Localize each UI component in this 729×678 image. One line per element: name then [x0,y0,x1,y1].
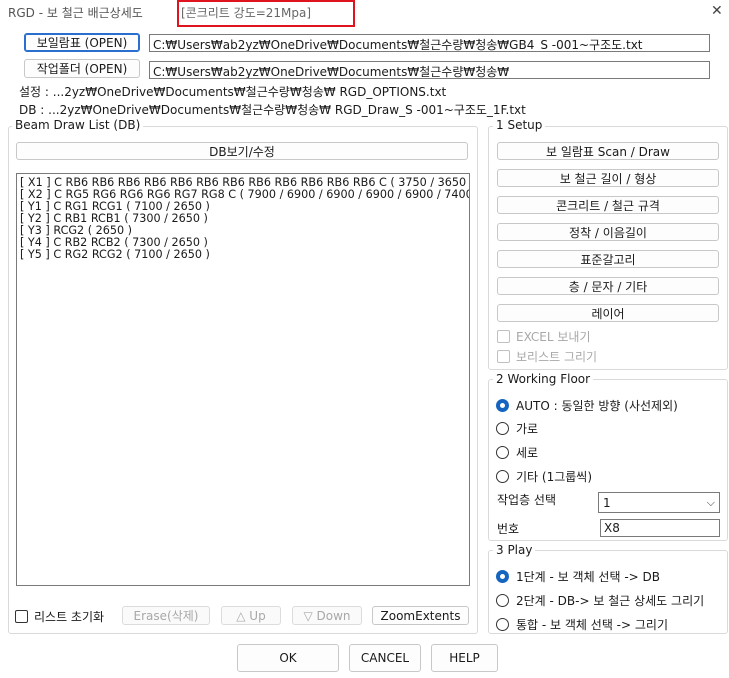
floor-option-vertical[interactable]: 세로 [496,444,538,461]
floor-option-auto[interactable]: AUTO : 동일한 방향 (사선제외) [496,397,678,414]
beam-table-path-field[interactable]: C:₩Users₩ab2yz₩OneDrive₩Documents₩철근수량₩청… [149,34,710,52]
floor-option-label: 기타 (1그룹씩) [516,470,593,484]
floor-text-etc-button[interactable]: 층 / 문자 / 기타 [497,277,719,295]
floor-select-label: 작업층 선택 [497,493,557,507]
window-title: RGD - 보 철근 배근상세도 [8,6,143,20]
beam-table-scan-draw-button[interactable]: 보 일람표 Scan / Draw [497,142,719,160]
floor-select-dropdown[interactable]: 1 ⌵ [598,492,720,513]
setup-label: 1 Setup [493,118,546,132]
work-folder-open-button[interactable]: 작업폴더 (OPEN) [24,59,140,78]
concrete-rebar-spec-button[interactable]: 콘크리트 / 철근 규격 [497,196,719,214]
beam-draw-list-label: Beam Draw List (DB) [12,118,144,132]
radio-circle[interactable] [496,446,509,459]
rebar-length-shape-button[interactable]: 보 철근 길이 / 형상 [497,169,719,187]
reset-list-label: 리스트 초기화 [34,610,105,624]
play-label: 3 Play [493,543,536,557]
concrete-strength-label: [콘크리트 강도=21Mpa] [181,6,312,20]
settings-file-info: 설정 : ...2yz₩OneDrive₩Documents₩철근수량₩청송₩ … [19,85,447,99]
checkbox-box[interactable] [497,330,510,343]
floor-option-label: 가로 [516,422,539,436]
reset-list-checkbox[interactable]: 리스트 초기화 [15,608,104,625]
floor-option-label: AUTO : 동일한 방향 (사선제외) [516,399,678,413]
radio-circle[interactable] [496,399,509,412]
floor-option-horizontal[interactable]: 가로 [496,420,538,437]
excel-export-checkbox[interactable]: EXCEL 보내기 [497,328,591,345]
help-button[interactable]: HELP [431,644,498,672]
play-option-integrated[interactable]: 통합 - 보 객체 선택 -> 그리기 [496,616,668,633]
play-option-label: 통합 - 보 객체 선택 -> 그리기 [516,618,669,632]
anchorage-lap-button[interactable]: 정착 / 이음길이 [497,223,719,241]
floor-select-value: 1 [603,495,611,510]
radio-circle[interactable] [496,594,509,607]
radio-circle[interactable] [496,570,509,583]
beam-list-draw-label: 보리스트 그리기 [516,350,598,364]
floor-option-other[interactable]: 기타 (1그룹씩) [496,468,592,485]
number-field[interactable]: X8 [600,519,720,537]
beam-list-draw-checkbox[interactable]: 보리스트 그리기 [497,348,597,365]
working-floor-label: 2 Working Floor [493,372,594,386]
list-item[interactable]: [ Y5 ] C RG2 RCG2 ( 7100 / 2650 ) [20,249,466,261]
cancel-button[interactable]: CANCEL [349,644,421,672]
erase-button[interactable]: Erase(삭제) [122,606,210,625]
radio-circle[interactable] [496,470,509,483]
work-folder-path-field[interactable]: C:₩Users₩ab2yz₩OneDrive₩Documents₩철근수량₩청… [149,61,710,79]
radio-circle[interactable] [496,422,509,435]
number-label: 번호 [497,522,520,536]
beam-list-box[interactable]: [ X1 ] C RB6 RB6 RB6 RB6 RB6 RB6 RB6 RB6… [16,173,470,586]
play-option-label: 1단계 - 보 객체 선택 -> DB [516,570,660,584]
checkbox-box[interactable] [15,610,28,623]
standard-hook-button[interactable]: 표준갈고리 [497,250,719,268]
radio-circle[interactable] [496,618,509,631]
play-option-step1[interactable]: 1단계 - 보 객체 선택 -> DB [496,568,660,585]
zoom-extents-button[interactable]: ZoomExtents [372,606,469,625]
beam-table-open-button[interactable]: 보일람표 (OPEN) [24,33,140,52]
db-view-edit-button[interactable]: DB보기/수정 [16,142,468,160]
checkbox-box[interactable] [497,350,510,363]
chevron-down-icon: ⌵ [706,495,715,509]
layer-button[interactable]: 레이어 [497,304,719,322]
play-option-label: 2단계 - DB-> 보 철근 상세도 그리기 [516,594,705,608]
excel-export-label: EXCEL 보내기 [516,330,591,344]
db-file-info: DB : ...2yz₩OneDrive₩Documents₩철근수량₩청송₩ … [19,103,526,117]
close-icon[interactable]: ✕ [711,3,723,19]
up-button[interactable]: △ Up [221,606,281,625]
play-option-step2[interactable]: 2단계 - DB-> 보 철근 상세도 그리기 [496,592,704,609]
ok-button[interactable]: OK [237,644,339,672]
floor-option-label: 세로 [516,446,539,460]
down-button[interactable]: ▽ Down [292,606,362,625]
